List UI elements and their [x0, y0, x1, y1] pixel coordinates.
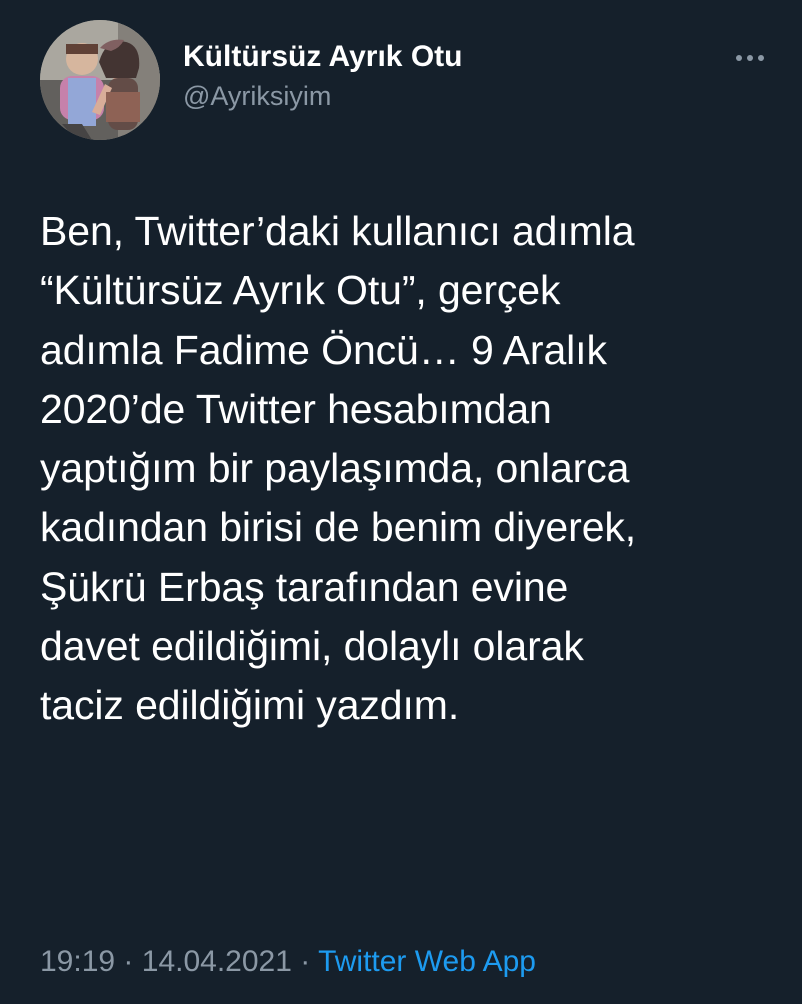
tweet-meta: 19:19 · 14.04.2021 · Twitter Web App: [40, 938, 780, 986]
tweet-text-line: kadından birisi de benim diyerek,: [40, 504, 637, 551]
more-options-icon[interactable]: [728, 44, 772, 72]
tweet-text-line: 2020’de Twitter hesabımdan: [40, 385, 552, 432]
more-dot-2: [747, 55, 753, 61]
tweet-text-line: Şükrü Erbaş tarafından evine: [40, 563, 569, 610]
more-dot-3: [758, 55, 764, 61]
tweet-text: Ben, Twitter’daki kullanıcı adımla “Kült…: [40, 202, 762, 736]
avatar[interactable]: [40, 20, 160, 140]
tweet-date[interactable]: 14.04.2021: [142, 945, 292, 978]
tweet-source-link[interactable]: Twitter Web App: [318, 945, 536, 978]
meta-separator: ·: [300, 945, 311, 978]
tweet-text-line: davet edildiğimi, dolaylı olarak: [40, 623, 584, 670]
author-block: Kültürsüz Ayrık Otu @Ayriksiyim: [183, 39, 462, 112]
tweet-card: Kültürsüz Ayrık Otu @Ayriksiyim Ben, Twi…: [0, 0, 802, 1004]
tweet-text-line: adımla Fadime Öncü… 9 Aralık: [40, 326, 607, 373]
author-handle[interactable]: @Ayriksiyim: [183, 80, 462, 112]
meta-separator: ·: [123, 945, 134, 978]
tweet-header: Kültürsüz Ayrık Otu @Ayriksiyim: [40, 20, 780, 140]
avatar-image: [40, 20, 160, 140]
more-dot-1: [736, 55, 742, 61]
tweet-text-line: Ben, Twitter’daki kullanıcı adımla: [40, 208, 635, 254]
author-display-name[interactable]: Kültürsüz Ayrık Otu: [183, 39, 462, 75]
tweet-text-line: yaptığım bir paylaşımda, onlarca: [40, 445, 630, 492]
tweet-text-line: taciz edildiğimi yazdım.: [40, 682, 460, 729]
tweet-text-line: “Kültürsüz Ayrık Otu”, gerçek: [40, 267, 561, 314]
tweet-time[interactable]: 19:19: [40, 945, 115, 978]
